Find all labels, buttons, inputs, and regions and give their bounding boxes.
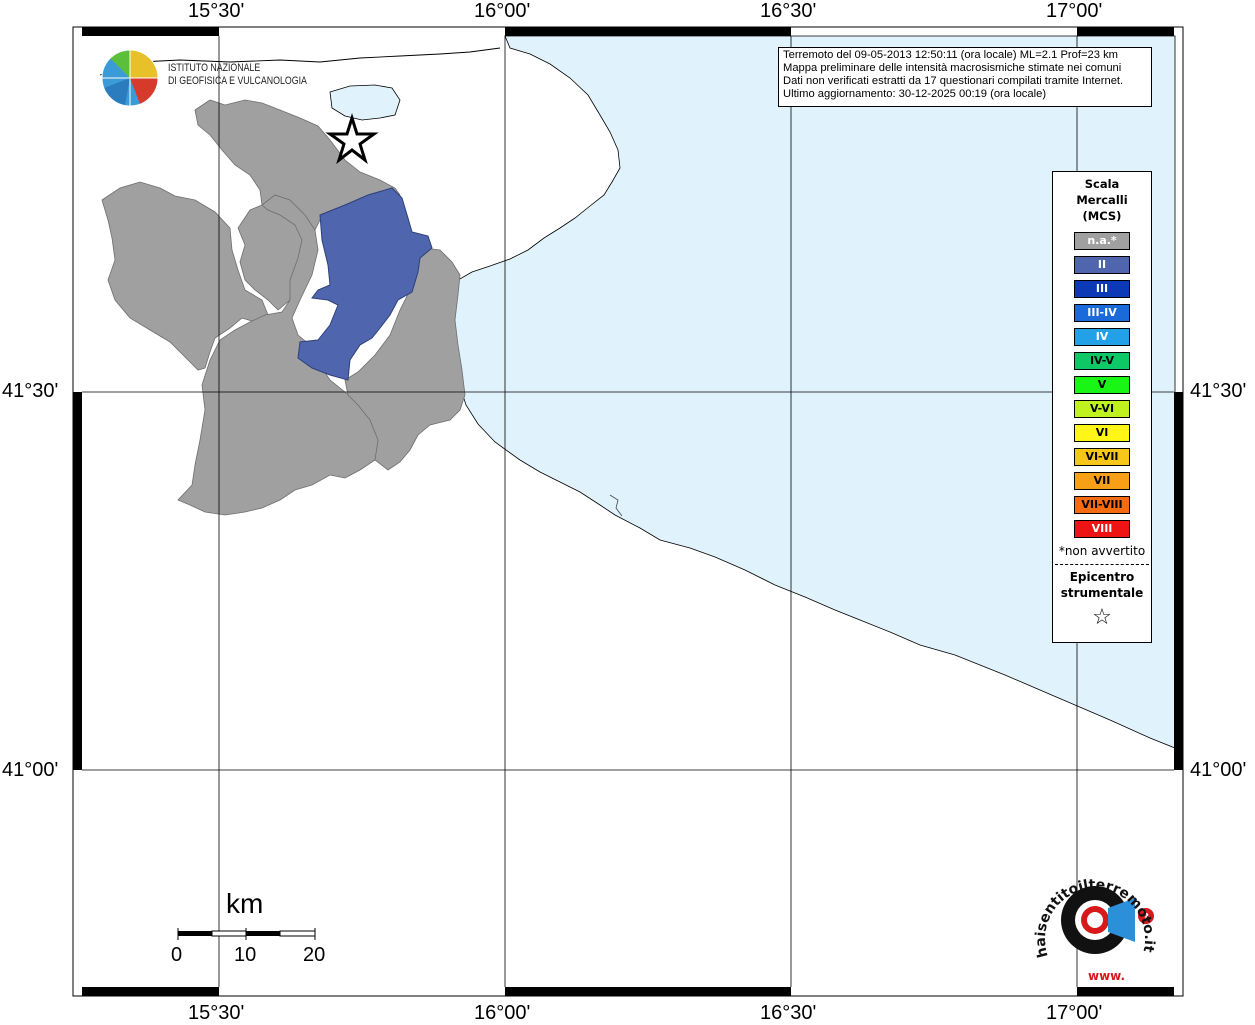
scale-unit: km <box>226 888 264 919</box>
legend-title-line2: Mercalli <box>1076 193 1128 207</box>
legend-item: VI-VII <box>1074 448 1130 466</box>
info-line2: Mappa preliminare delle intensità macros… <box>783 62 1122 74</box>
lat-label-left-2: 41°00' <box>2 759 59 781</box>
legend-item: III <box>1074 280 1130 298</box>
legend-item: VII <box>1074 472 1130 490</box>
info-line4: Ultimo aggiornamento: 30-12-2025 00:19 (… <box>783 88 1047 100</box>
lat-label-left-1: 41°30' <box>2 380 59 402</box>
ingv-logo-text: ISTITUTO NAZIONALE DI GEOFISICA E VULCAN… <box>168 62 307 88</box>
logo-line1: ISTITUTO NAZIONALE <box>168 62 261 74</box>
info-line3: Dati non verificati estratti da 17 quest… <box>783 75 1124 87</box>
lon-label-top-3: 16°30' <box>760 0 817 22</box>
lon-label-bottom-4: 17°00' <box>1046 1002 1103 1024</box>
legend-title: Scala Mercalli (MCS) <box>1053 176 1151 224</box>
scale-label-0: 0 <box>171 944 183 966</box>
legend-item: V <box>1074 376 1130 394</box>
lat-label-right-2: 41°00' <box>1190 759 1247 781</box>
lon-label-bottom-2: 16°00' <box>474 1002 531 1024</box>
legend-separator <box>1055 564 1149 565</box>
legend-epicenter-label: Epicentro strumentale <box>1053 569 1151 601</box>
lon-label-top-2: 16°00' <box>474 0 531 22</box>
legend-item: V-VI <box>1074 400 1130 418</box>
legend-epicenter-line2: strumentale <box>1060 586 1144 600</box>
ingv-logo-icon <box>101 49 159 107</box>
logo-line2: DI GEOFISICA E VULCANOLOGIA <box>168 75 307 87</box>
legend-item: VIII <box>1074 520 1130 538</box>
info-line1: Terremoto del 09-05-2013 12:50:11 (ora l… <box>783 49 1118 61</box>
legend-title-line3: (MCS) <box>1082 209 1122 223</box>
lon-label-bottom-3: 16°30' <box>760 1002 817 1024</box>
legend-star-icon: ☆ <box>1092 605 1112 630</box>
lon-label-bottom-1: 15°30' <box>188 1002 245 1024</box>
legend-item: n.a.* <box>1074 232 1130 250</box>
legend-item: III-IV <box>1074 304 1130 322</box>
legend-items: n.a.* II III III-IV IV IV-V V V-VI VI VI-VII VII VI… <box>1053 232 1151 538</box>
lat-label-right-1: 41°30' <box>1190 380 1247 402</box>
event-info-box: Terremoto del 09-05-2013 12:50:11 (ora l… <box>778 47 1152 107</box>
badge-prefix: www. <box>1088 969 1125 983</box>
scale-label-10: 10 <box>234 944 257 966</box>
legend-item: VI <box>1074 424 1130 442</box>
legend-item: IV-V <box>1074 352 1130 370</box>
legend-item: IV <box>1074 328 1130 346</box>
legend-epicenter-line1: Epicentro <box>1069 570 1135 584</box>
scale-label-20: 20 <box>303 944 326 966</box>
legend-item: VII-VIII <box>1074 496 1130 514</box>
legend-note: *non avvertito <box>1058 544 1146 558</box>
legend-item: II <box>1074 256 1130 274</box>
lon-label-top-1: 15°30' <box>188 0 245 22</box>
haisentito-logo: ? haisentitoilterremoto.it www. <box>1033 877 1157 983</box>
lon-label-top-4: 17°00' <box>1046 0 1103 22</box>
legend-title-line1: Scala <box>1084 177 1120 191</box>
mcs-legend: Scala Mercalli (MCS) n.a.* II III III-IV IV I… <box>1052 171 1152 643</box>
